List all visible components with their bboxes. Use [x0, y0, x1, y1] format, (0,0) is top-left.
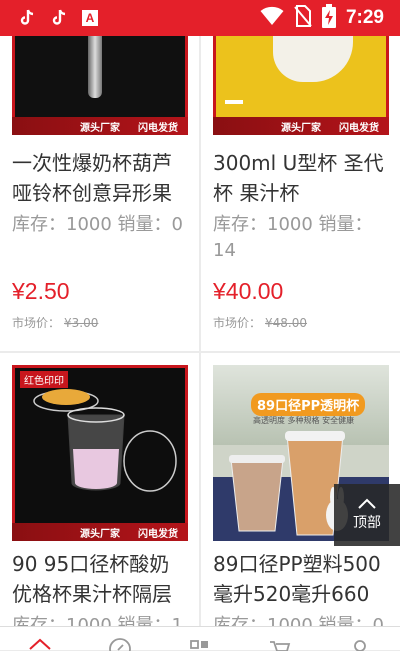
product-stock: 库存：1000 销量：1 [12, 615, 183, 626]
ribbon: 源头厂家 闪电发货 [12, 117, 188, 135]
tab-category[interactable] [160, 627, 240, 651]
chevron-up-icon [358, 498, 376, 509]
wifi-icon [260, 6, 284, 30]
product-stock: 库存：1000 销量：0 [12, 214, 183, 235]
product-image[interactable]: 源头厂家 闪电发货 [213, 36, 389, 135]
status-time: 7:29 [345, 7, 384, 28]
battery-charging-icon [321, 4, 336, 32]
market-price: 市场价： ¥3.00 [12, 316, 99, 330]
product-card[interactable]: 源头厂家 闪电发货 一次性爆奶杯葫芦哑铃杯创意异形果 库存：1000 销量：0 ¥… [0, 36, 199, 351]
bottom-tab-bar [0, 626, 400, 651]
product-title[interactable]: 90 95口径杯酸奶优格杯果汁杯隔层 [12, 549, 189, 609]
app-a-icon: A [82, 10, 98, 26]
compass-icon [109, 638, 131, 651]
tiktok-icon [18, 9, 36, 27]
tiktok-icon [50, 9, 68, 27]
no-sim-icon [294, 5, 312, 31]
market-price: 市场价： ¥48.00 [213, 316, 308, 330]
back-to-top-button[interactable]: 顶部 [334, 484, 400, 546]
tab-discover[interactable] [80, 627, 160, 651]
category-icon [190, 640, 208, 649]
product-image[interactable]: 源头厂家 闪电发货 [12, 36, 188, 135]
product-card[interactable]: 红色印印 源头厂家 闪电发货 90 95口径杯酸奶优格杯果汁杯隔层 库存：1000… [0, 353, 199, 626]
ribbon: 源头厂家 闪电发货 [12, 523, 188, 541]
ribbon: 源头厂家 闪电发货 [213, 117, 389, 135]
product-card[interactable]: 源头厂家 闪电发货 300ml U型杯 圣代杯 果汁杯 库存：1000 销量：14… [201, 36, 400, 351]
status-bar: A 7:29 [0, 0, 400, 36]
user-icon [354, 640, 366, 651]
cart-icon [270, 641, 291, 651]
product-image[interactable]: 红色印印 源头厂家 闪电发货 [12, 365, 188, 541]
product-title[interactable]: 300ml U型杯 圣代杯 果汁杯 [213, 148, 390, 208]
home-icon [29, 638, 51, 650]
product-price: ¥40.00 [213, 278, 284, 304]
tab-profile[interactable] [320, 627, 400, 651]
product-title[interactable]: 一次性爆奶杯葫芦哑铃杯创意异形果 [12, 148, 189, 208]
tab-home[interactable] [0, 627, 80, 651]
product-title[interactable]: 89口径PP塑料500毫升520毫升660 [213, 549, 390, 609]
product-price: ¥2.50 [12, 278, 70, 304]
back-to-top-label: 顶部 [353, 515, 381, 531]
tab-cart[interactable] [240, 627, 320, 651]
product-stock: 库存：1000 销量：0 [213, 615, 384, 626]
product-stock: 库存：1000 销量：14 [213, 214, 373, 261]
